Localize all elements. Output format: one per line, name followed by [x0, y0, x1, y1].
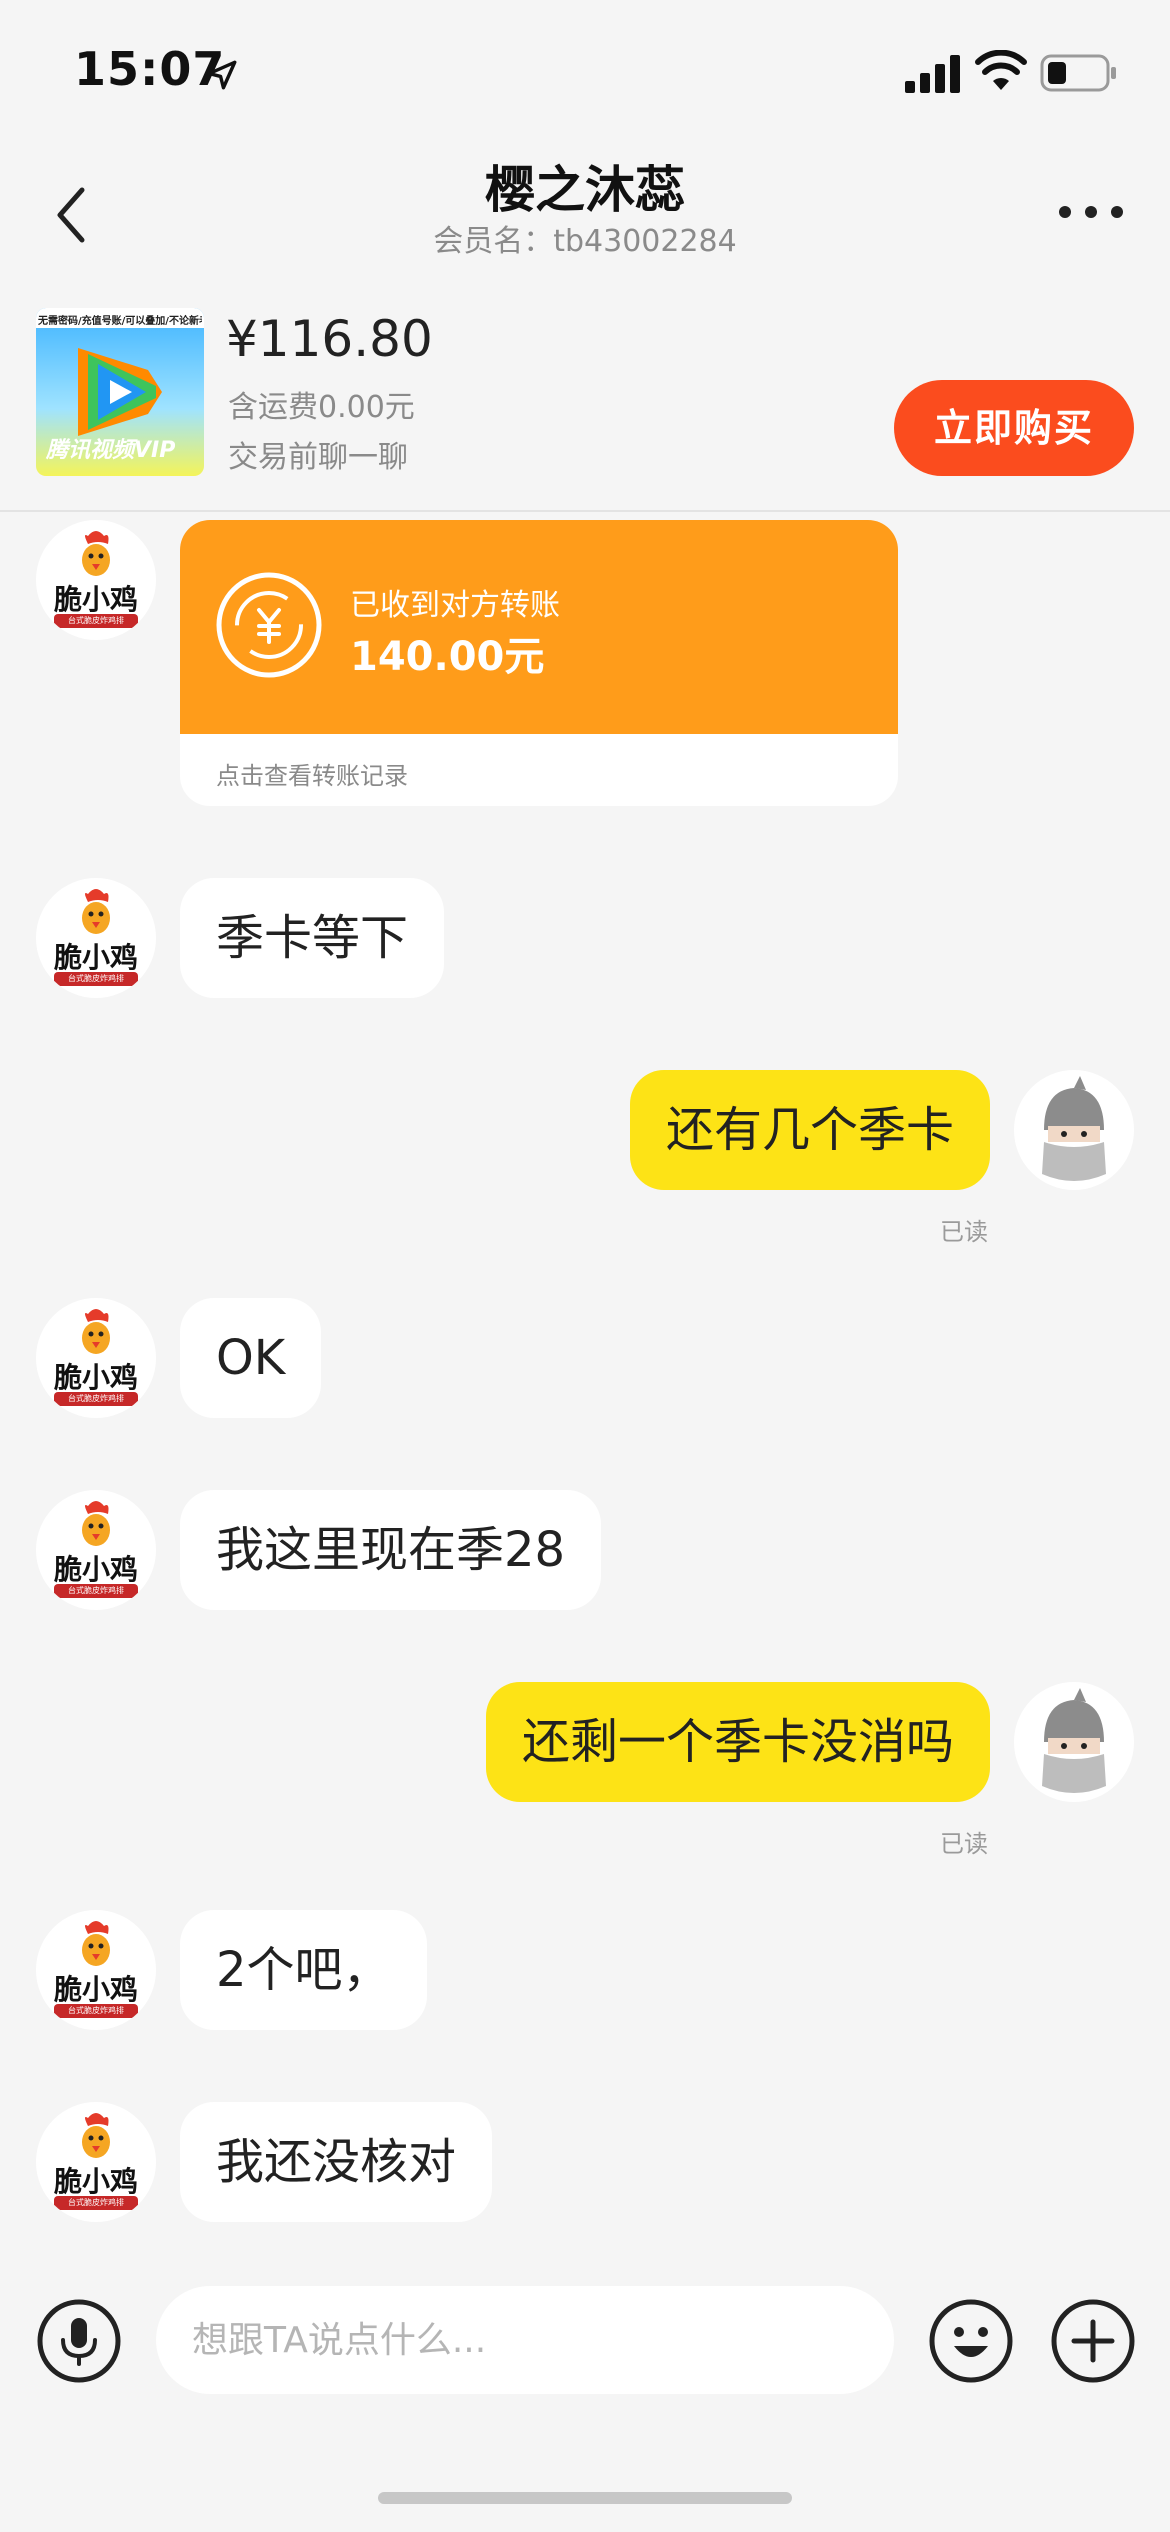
product-shipping: 含运费0.00元	[228, 390, 415, 425]
product-price: ¥116.80	[226, 310, 433, 368]
avatar-brand-subtext: 台式脆皮炸鸡排	[54, 972, 138, 986]
seller-avatar[interactable]: 脆小鸡 台式脆皮炸鸡排	[36, 520, 156, 640]
message-bubble-incoming[interactable]: 2个吧，	[180, 1910, 427, 2030]
my-avatar[interactable]	[1014, 1682, 1134, 1802]
seller-avatar[interactable]: 脆小鸡 台式脆皮炸鸡排	[36, 1298, 156, 1418]
battery-icon	[1040, 54, 1116, 92]
transfer-label: 已收到对方转账	[350, 588, 560, 623]
ninja-avatar-icon	[1014, 1070, 1134, 1190]
read-receipt: 已读	[940, 1218, 988, 1246]
more-options-icon[interactable]	[1055, 200, 1127, 224]
avatar-brand-text: 脆小鸡	[53, 941, 138, 974]
composer-bar	[0, 2270, 1170, 2410]
avatar-brand-text: 脆小鸡	[53, 2165, 138, 2198]
member-id: 会员名：tb43002284	[433, 224, 737, 259]
my-avatar[interactable]	[1014, 1070, 1134, 1190]
avatar-brand-subtext: 台式脆皮炸鸡排	[54, 2196, 138, 2210]
message-bubble-outgoing[interactable]: 还剩一个季卡没消吗	[485, 1682, 990, 1802]
location-arrow-icon	[207, 60, 237, 90]
avatar-brand-text: 脆小鸡	[53, 1553, 138, 1586]
product-thumb-banner: 无需密码/充值号账/可以叠加/不论新老	[38, 316, 202, 327]
product-thumb-brand: 腾讯视频VIP	[46, 438, 176, 463]
message-bubble-incoming[interactable]: 季卡等下	[180, 878, 445, 998]
plus-icon[interactable]	[1050, 2298, 1136, 2384]
status-time: 15:07	[74, 42, 226, 96]
chat-screen: 15:07 樱之沐蕊 会员名：tb43002284 无需密码/充值号账/可以叠加…	[0, 0, 1170, 2532]
yuan-transfer-icon	[216, 572, 322, 678]
seller-avatar[interactable]: 脆小鸡 台式脆皮炸鸡排	[36, 878, 156, 998]
contact-name: 樱之沐蕊	[485, 161, 685, 219]
chat-header: 樱之沐蕊 会员名：tb43002284	[0, 140, 1170, 270]
avatar-brand-subtext: 台式脆皮炸鸡排	[54, 614, 138, 628]
buy-now-button[interactable]: 立即购买	[894, 380, 1134, 476]
product-card[interactable]: 无需密码/充值号账/可以叠加/不论新老 腾讯视频VIP ¥116.80 含运费0…	[0, 290, 1170, 512]
transfer-card[interactable]: 已收到对方转账 140.00元 点击查看转账记录	[180, 520, 898, 806]
message-bubble-outgoing[interactable]: 还有几个季卡	[629, 1070, 990, 1190]
cellular-signal-icon	[905, 55, 960, 93]
message-bubble-incoming[interactable]: OK	[180, 1298, 322, 1418]
transfer-history-link[interactable]: 点击查看转账记录	[216, 756, 408, 791]
seller-avatar[interactable]: 脆小鸡 台式脆皮炸鸡排	[36, 1910, 156, 2030]
wifi-icon	[975, 50, 1027, 90]
avatar-brand-subtext: 台式脆皮炸鸡排	[54, 2004, 138, 2018]
avatar-brand-subtext: 台式脆皮炸鸡排	[54, 1392, 138, 1406]
seller-avatar[interactable]: 脆小鸡 台式脆皮炸鸡排	[36, 1490, 156, 1610]
avatar-brand-text: 脆小鸡	[53, 583, 138, 616]
transfer-amount: 140.00元	[350, 634, 545, 680]
transfer-card-header: 已收到对方转账 140.00元	[180, 520, 898, 734]
message-input[interactable]	[156, 2286, 894, 2394]
read-receipt: 已读	[940, 1830, 988, 1858]
avatar-brand-text: 脆小鸡	[53, 1361, 138, 1394]
message-bubble-incoming[interactable]: 我还没核对	[180, 2102, 493, 2222]
ninja-avatar-icon	[1014, 1682, 1134, 1802]
microphone-icon[interactable]	[36, 2298, 122, 2384]
seller-avatar[interactable]: 脆小鸡 台式脆皮炸鸡排	[36, 2102, 156, 2222]
message-bubble-incoming[interactable]: 我这里现在季28	[180, 1490, 602, 1610]
status-bar: 15:07	[0, 0, 1170, 140]
home-indicator	[378, 2492, 792, 2504]
product-thumbnail[interactable]: 无需密码/充值号账/可以叠加/不论新老 腾讯视频VIP	[36, 308, 204, 476]
avatar-brand-text: 脆小鸡	[53, 1973, 138, 2006]
avatar-brand-subtext: 台式脆皮炸鸡排	[54, 1584, 138, 1598]
emoji-icon[interactable]	[928, 2298, 1014, 2384]
product-note: 交易前聊一聊	[228, 440, 408, 475]
